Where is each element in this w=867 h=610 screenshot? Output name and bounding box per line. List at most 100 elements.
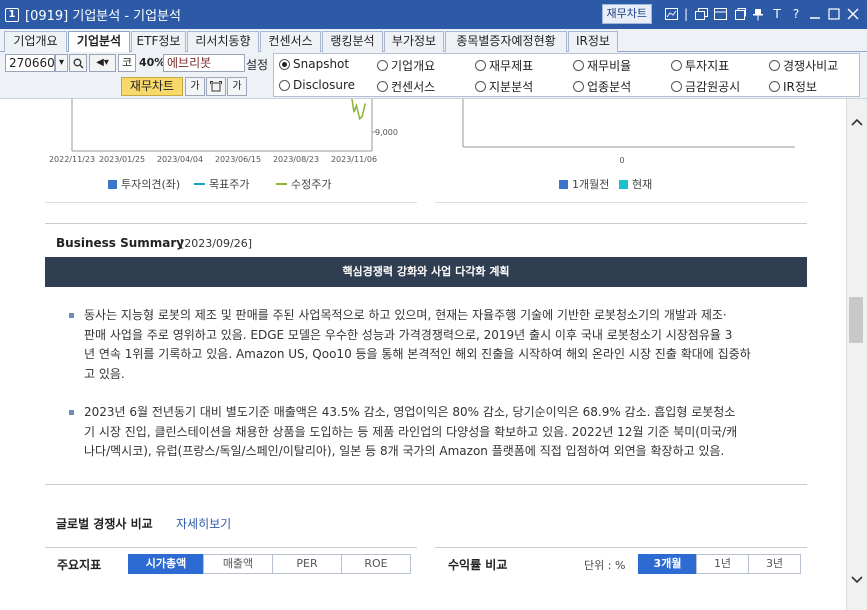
tab-etf-info[interactable]: ETF정보 <box>131 31 186 52</box>
legend-swatch <box>619 179 628 189</box>
separator: | <box>683 7 689 21</box>
adjusted-price-series <box>351 99 367 121</box>
bullet-icon <box>69 410 74 415</box>
search-button[interactable] <box>69 54 87 72</box>
radio-fss-disclosure[interactable]: 금감원공시 <box>671 78 740 95</box>
global-comparison-title: 글로벌 경쟁사 비교 <box>56 517 153 531</box>
radio-competitor-comparison[interactable]: 경쟁사비교 <box>769 57 838 74</box>
code-label: 코 <box>118 54 136 72</box>
tab-company-overview[interactable]: 기업개요 <box>4 31 67 52</box>
metric-roe-button[interactable]: ROE <box>341 554 411 574</box>
financial-chart-top-button[interactable]: 재무차트 <box>601 4 652 24</box>
scrollbar-thumb[interactable] <box>849 297 863 343</box>
radio-equity-analysis[interactable]: 지분분석 <box>475 78 533 95</box>
radio-dot <box>769 60 780 71</box>
view-selector-panel: Snapshot 기업개요 재무제표 재무비율 투자지표 경쟁사비교 Discl… <box>273 53 860 97</box>
sound-button[interactable]: ◀▾ <box>89 54 116 72</box>
radio-industry-analysis[interactable]: 업종분석 <box>573 78 631 95</box>
stock-name-field[interactable]: 에브리봇 <box>163 54 245 72</box>
dock-icon[interactable] <box>712 5 728 23</box>
close-icon[interactable] <box>845 5 861 23</box>
summary-line: 나다/멕시코), 유럽(프랑스/독일/스페인/이탈리아), 일본 등 8개 국가… <box>84 444 725 458</box>
chevron-up-icon[interactable] <box>851 115 863 129</box>
radio-snapshot[interactable]: Snapshot <box>279 57 349 71</box>
maximize-icon[interactable] <box>826 5 842 23</box>
pin-icon[interactable] <box>750 5 766 23</box>
radio-company-overview[interactable]: 기업개요 <box>377 57 435 74</box>
chart-icon[interactable] <box>663 5 679 23</box>
stock-code-input[interactable]: 270660 <box>5 54 55 72</box>
window-title: [0919] 기업분석 - 기업분석 <box>25 9 181 24</box>
x-tick-labels: 2022/11/23 2023/01/25 2023/04/04 2023/06… <box>49 155 377 164</box>
settings-button[interactable]: 설정 <box>246 56 268 73</box>
divider <box>45 202 417 203</box>
radio-dot <box>769 81 780 92</box>
radio-dot <box>671 60 682 71</box>
radio-consensus[interactable]: 컨센서스 <box>377 78 435 95</box>
period-1y-button[interactable]: 1년 <box>696 554 749 574</box>
bullet-icon <box>69 313 74 318</box>
unit-label: 단위 : % <box>584 559 626 572</box>
radio-dot <box>279 79 290 91</box>
period-3y-button[interactable]: 3년 <box>748 554 801 574</box>
tab-consensus[interactable]: 컨센서스 <box>260 31 321 52</box>
divider <box>45 484 807 485</box>
period-3m-button[interactable]: 3개월 <box>638 554 697 574</box>
divider <box>435 547 807 548</box>
radio-dot <box>475 60 486 71</box>
returns-label: 수익률 비교 <box>448 558 508 572</box>
tab-capital-increase-schedule[interactable]: 종목별증자예정현황 <box>445 31 567 52</box>
code-dropdown-button[interactable]: ▾ <box>55 54 68 72</box>
radio-dot <box>377 60 388 71</box>
financial-chart-button[interactable]: 재무차트 <box>121 77 183 96</box>
vertical-scrollbar[interactable] <box>846 99 867 610</box>
content-area: 9,000 2022/11/23 2023/01/25 2023/04/04 2… <box>0 99 846 610</box>
radio-investment-indicators[interactable]: 투자지표 <box>671 57 729 74</box>
radio-financial-ratios[interactable]: 재무비율 <box>573 57 631 74</box>
text-icon[interactable]: T <box>769 5 785 23</box>
tab-ir-info[interactable]: IR정보 <box>568 31 618 52</box>
chevron-down-icon: ▾ <box>58 57 65 68</box>
speaker-icon: ◀▾ <box>96 57 109 68</box>
legend-adjusted-price: 수정주가 <box>276 176 331 192</box>
key-metrics-label: 주요지표 <box>57 558 102 572</box>
font-size-up-icon: 가 <box>232 81 242 92</box>
radio-financial-statements[interactable]: 재무제표 <box>475 57 533 74</box>
divider <box>45 223 807 224</box>
radio-disclosure[interactable]: Disclosure <box>279 78 355 92</box>
metric-revenue-button[interactable]: 매출액 <box>203 554 273 574</box>
font-decrease-button[interactable]: 가 <box>185 77 205 96</box>
help-icon[interactable]: ? <box>788 5 804 23</box>
summary-line: 판매 사업을 주로 영위하고 있음. EDGE 모델은 우수한 성능과 가격경쟁… <box>84 327 733 342</box>
chevron-down-icon[interactable] <box>851 573 863 587</box>
metric-per-button[interactable]: PER <box>272 554 342 574</box>
y-tick-label: 9,000 <box>375 128 398 137</box>
legend-investment-opinion: 투자의견(좌) <box>108 176 180 192</box>
tab-additional-info[interactable]: 부가정보 <box>384 31 444 52</box>
font-increase-button[interactable]: 가 <box>227 77 247 96</box>
radio-dot <box>377 81 388 92</box>
legend-swatch <box>108 179 117 189</box>
price-chart: 9,000 2022/11/23 2023/01/25 2023/04/04 2… <box>49 99 398 164</box>
search-icon <box>73 58 83 69</box>
minimize-icon[interactable] <box>807 5 823 23</box>
expand-button[interactable] <box>206 77 226 96</box>
window-icon[interactable] <box>693 5 709 23</box>
divider <box>435 202 807 203</box>
restore-icon[interactable] <box>731 5 747 23</box>
summary-paragraph-2: 2023년 6월 전년동기 대비 별도기준 매출액은 43.5% 감소, 영업이… <box>84 403 784 462</box>
x-tick-label: 2023/11/06 <box>331 155 377 164</box>
tab-research-trends[interactable]: 리서치동향 <box>187 31 259 52</box>
business-summary-title: Business Summary <box>56 236 185 250</box>
metric-market-cap-button[interactable]: 시가총액 <box>128 554 204 574</box>
radio-ir-info[interactable]: IR정보 <box>769 78 817 95</box>
toolbar: 270660 ▾ ◀▾ 코 40% 에브리봇 설정 재무차트 가 가 Snaps… <box>0 52 867 99</box>
x-tick-label: 0 <box>619 156 624 165</box>
tab-ranking-analysis[interactable]: 랭킹분석 <box>322 31 383 52</box>
tab-company-analysis[interactable]: 기업분석 <box>68 31 130 53</box>
opinion-bar-chart: 0 <box>462 99 795 165</box>
business-summary-header: 핵심경쟁력 강화와 사업 다각화 계획 <box>45 257 807 287</box>
detail-link[interactable]: 자세히보기 <box>176 515 231 532</box>
legend-swatch <box>559 179 568 189</box>
font-size-icon: 가 <box>190 81 200 92</box>
